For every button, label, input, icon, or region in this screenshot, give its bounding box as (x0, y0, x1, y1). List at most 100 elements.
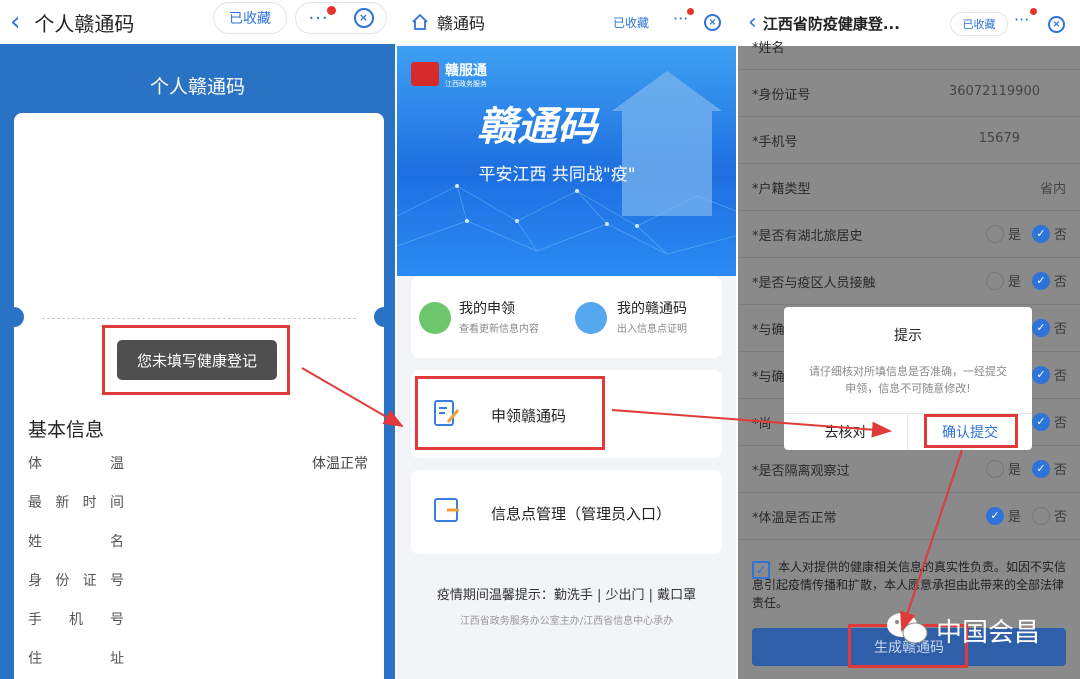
more-icon[interactable]: ··· (673, 9, 688, 28)
radio-no[interactable]: ✓ (1032, 319, 1050, 337)
my-code-item[interactable]: 我的赣通码 出入信息点证明 (575, 300, 725, 336)
row-label: *与确 (752, 323, 785, 338)
card-notch (374, 307, 394, 327)
row-label: *手机号 (752, 135, 798, 150)
form-row: *姓名 (738, 23, 1080, 70)
my-applications-item[interactable]: 我的申领 查看更新信息内容 (419, 300, 569, 336)
row-label: *姓名 (752, 41, 785, 56)
quick-menu-card: 我的申领 查看更新信息内容 我的赣通码 出入信息点证明 (411, 276, 722, 358)
form-row: *手机号 15679 (738, 117, 1080, 164)
panel-gantong-home: 赣通码 已收藏 ··· × 赣服通 江西政务服务 赣通码 平安江西 共同战"疫" (397, 0, 736, 679)
row-label: *是否有湖北旅居史 (752, 229, 863, 244)
field-label-address: 住址 (28, 651, 124, 667)
annotation-box (102, 325, 290, 395)
radio-no-label: 否 (1054, 369, 1068, 384)
favorited-button[interactable]: 已收藏 (613, 14, 649, 31)
watermark-text: 中国会昌 (936, 618, 1041, 648)
form-row: *是否与疫区人员接触 是 ✓ 否 (738, 258, 1080, 305)
field-label-phone: 手机号 (28, 612, 124, 628)
form-row: *户籍类型 省内 (738, 164, 1080, 211)
menu-subtitle: 出入信息点证明 (617, 324, 687, 335)
form-row: *是否有湖北旅居史 是 ✓ 否 (738, 211, 1080, 258)
home-icon[interactable] (411, 13, 429, 31)
menu-title: 我的申领 (459, 301, 515, 317)
mini-app-capsule: ··· × (295, 2, 387, 34)
card-notch (4, 307, 24, 327)
row-label: *身份证号 (752, 88, 811, 103)
field-label-name: 姓名 (28, 534, 124, 550)
wechat-icon (887, 613, 928, 644)
close-icon[interactable]: × (353, 8, 374, 28)
notification-dot-icon (327, 6, 336, 15)
radio-no-label: 否 (1054, 322, 1068, 337)
radio-yes[interactable] (986, 272, 1004, 290)
radio-yes-label: 是 (1008, 510, 1022, 525)
dialog-title: 提示 (894, 328, 922, 344)
card-title: 个人赣通码 (149, 76, 245, 98)
radio-no[interactable] (1032, 507, 1050, 525)
radio-yes[interactable] (986, 225, 1004, 243)
radio-no[interactable]: ✓ (1032, 366, 1050, 384)
notification-dot-icon (687, 8, 694, 15)
radio-no-label: 否 (1054, 416, 1068, 431)
phone-value[interactable]: 15679 (979, 131, 1020, 146)
page-title: 个人赣通码 (34, 11, 135, 36)
form-row: *体温是否正常 ✓ 是 否 (738, 493, 1080, 540)
manage-point-button[interactable]: 信息点管理（管理员入口） (411, 470, 722, 554)
page-title: 赣通码 (437, 14, 486, 33)
section-title: 基本信息 (28, 419, 105, 441)
row-label: *与确 (752, 370, 785, 385)
residence-type-value[interactable]: 省内 (1040, 178, 1066, 197)
row-label: *体温是否正常 (752, 511, 837, 526)
more-icon[interactable]: ··· (308, 8, 328, 29)
radio-yes[interactable]: ✓ (986, 507, 1004, 525)
top-bar: ‹ 个人赣通码 已收藏 ··· × (0, 0, 395, 44)
my-code-icon (575, 302, 607, 334)
back-icon[interactable]: ‹ (10, 0, 20, 44)
radio-yes[interactable] (986, 460, 1004, 478)
my-applications-icon (419, 302, 451, 334)
radio-yes-label: 是 (1008, 463, 1022, 478)
panel-personal-code: ‹ 个人赣通码 已收藏 ··· × 个人赣通码 基本信息 体温 体温正常 最新时… (0, 0, 395, 679)
radio-yes-label: 是 (1008, 275, 1022, 290)
radio-no[interactable]: ✓ (1032, 225, 1050, 243)
annotation-box (924, 414, 1018, 448)
admin-entry-icon (434, 498, 459, 522)
banner-title: 赣通码 (477, 104, 597, 150)
menu-title: 我的赣通码 (617, 301, 687, 317)
close-icon[interactable]: × (704, 14, 721, 31)
menu-subtitle: 查看更新信息内容 (459, 324, 539, 335)
code-card: 基本信息 体温 体温正常 最新时间 姓名 身份证号 手机号 住址 (4, 113, 394, 679)
radio-no[interactable]: ✓ (1032, 413, 1050, 431)
logo-subtitle: 江西政务服务 (445, 80, 487, 88)
notification-dot-icon (1030, 8, 1037, 15)
favorited-button[interactable]: 已收藏 (213, 2, 287, 34)
dialog-message: 请仔细核对所填信息是否准确，一经提交申领，信息不可随意修改! (809, 365, 1007, 395)
radio-no-label: 否 (1054, 228, 1068, 243)
manage-point-label: 信息点管理（管理员入口） (491, 505, 672, 523)
field-value-temperature: 体温正常 (312, 456, 368, 472)
radio-yes-label: 是 (1008, 228, 1022, 243)
hero-banner: 赣服通 江西政务服务 赣通码 平安江西 共同战"疫" (397, 46, 736, 276)
radio-no-label: 否 (1054, 463, 1068, 478)
radio-no-label: 否 (1054, 275, 1068, 290)
health-tip: 疫情期间温馨提示：勤洗手 | 少出门 | 戴口罩 (436, 588, 697, 603)
annotation-box (415, 376, 605, 450)
banner-slogan: 平安江西 共同战"疫" (478, 165, 636, 185)
logo-icon (411, 62, 439, 86)
field-label-id-number: 身份证号 (28, 573, 124, 589)
form-row: *是否隔离观察过 是 ✓ 否 (738, 446, 1080, 493)
logo-text: 赣服通 (445, 63, 487, 79)
row-label: *户籍类型 (752, 182, 811, 197)
agreement-text: 本人对提供的健康相关信息的真实性负责。如因不实信息引起疫情传播和扩散，本人愿意承… (752, 560, 1067, 610)
footer-credit: 江西省政务服务办公室主办/江西省信息中心承办 (459, 616, 674, 627)
row-label: *是否与疫区人员接触 (752, 276, 876, 291)
row-label: *是否隔离观察过 (752, 464, 850, 479)
id-number-value[interactable]: 36072119900 (949, 84, 1040, 99)
radio-no[interactable]: ✓ (1032, 272, 1050, 290)
field-label-temperature: 体温 (28, 456, 124, 472)
field-label-latest-time: 最新时间 (28, 495, 124, 511)
cancel-button[interactable]: 去核对 (784, 413, 908, 450)
radio-no[interactable]: ✓ (1032, 460, 1050, 478)
top-bar: 赣通码 已收藏 ··· × (397, 0, 736, 44)
